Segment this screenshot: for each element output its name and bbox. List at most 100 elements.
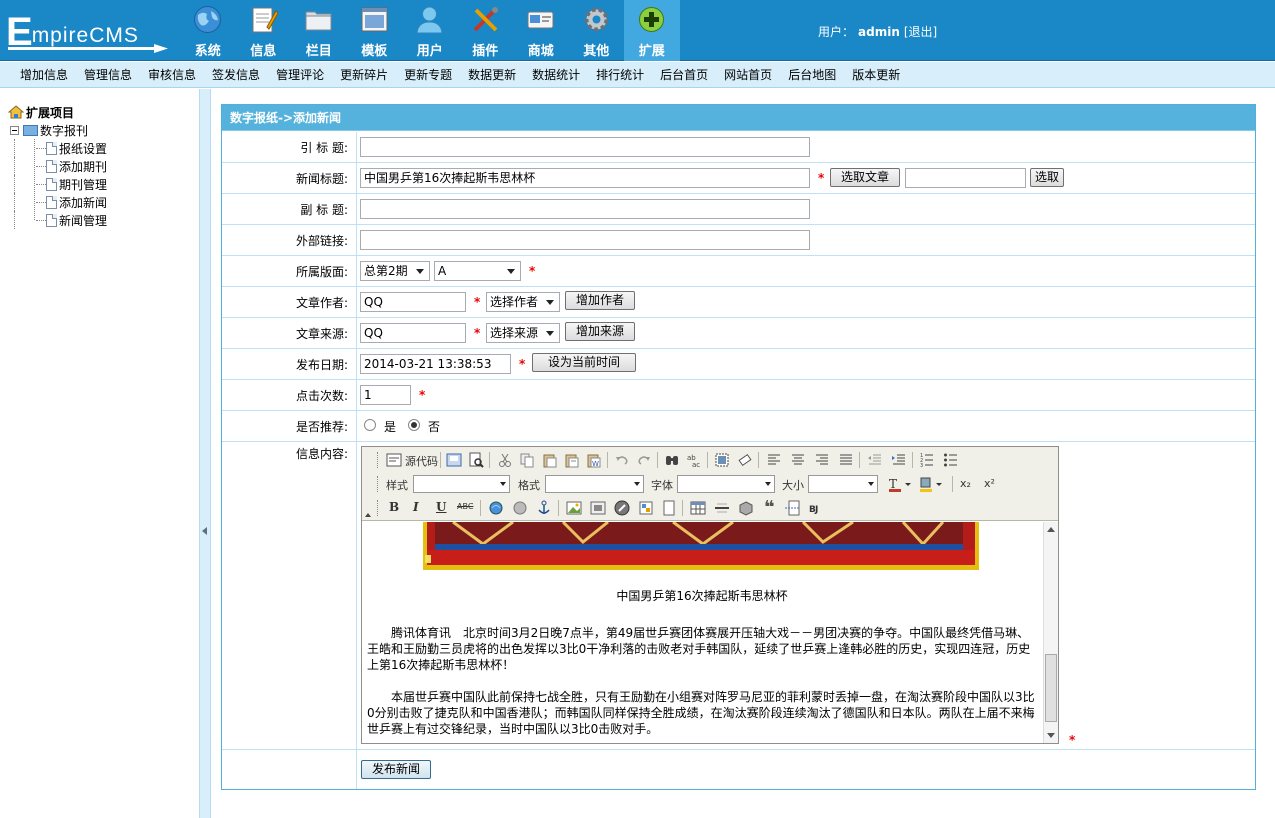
undo-icon[interactable]: [614, 452, 630, 468]
horizontal-rule-icon[interactable]: [714, 500, 730, 516]
collapse-left-icon[interactable]: [202, 527, 207, 535]
tree-item-manage-issues[interactable]: 期刊管理: [8, 175, 107, 193]
nav-template[interactable]: 模板: [347, 0, 403, 61]
underline-icon[interactable]: U: [436, 500, 446, 514]
subnav-update-topics[interactable]: 更新专题: [396, 66, 460, 83]
cut-icon[interactable]: [497, 452, 513, 468]
add-author-button[interactable]: 增加作者: [565, 291, 635, 310]
collapse-icon[interactable]: [10, 125, 19, 135]
save-icon[interactable]: [446, 452, 462, 468]
publish-date-input[interactable]: 2014-03-21 13:38:53: [360, 354, 511, 374]
paste-text-icon[interactable]: [564, 452, 580, 468]
link-icon[interactable]: [488, 500, 504, 516]
source-input[interactable]: QQ: [360, 323, 466, 343]
subnav-update-fragments[interactable]: 更新碎片: [332, 66, 396, 83]
paste-icon[interactable]: [542, 452, 558, 468]
subnav-review-info[interactable]: 审核信息: [140, 66, 204, 83]
template-icon[interactable]: BJ: [808, 500, 824, 516]
editor-content[interactable]: 中国男乒第16次捧起斯韦思林杯 腾讯体育讯 北京时间3月2日晚7点半，第49届世…: [362, 522, 1042, 743]
page-break-icon[interactable]: [784, 500, 800, 516]
subnav-data-stats[interactable]: 数据统计: [524, 66, 588, 83]
select-article-input[interactable]: [905, 168, 1026, 188]
recommend-yes-radio[interactable]: [364, 419, 376, 431]
attachment-icon[interactable]: [638, 500, 654, 516]
subnav-add-info[interactable]: 增加信息: [12, 66, 76, 83]
scrollbar-thumb[interactable]: [1045, 654, 1057, 722]
select-article-button[interactable]: 选取文章: [830, 168, 900, 187]
flash-icon[interactable]: [590, 500, 606, 516]
table-icon[interactable]: [690, 500, 706, 516]
anchor-icon[interactable]: [536, 500, 552, 516]
align-center-icon[interactable]: [790, 452, 806, 468]
news-title-input[interactable]: 中国男乒第16次捧起斯韦思林杯: [360, 168, 810, 188]
click-count-input[interactable]: 1: [360, 385, 411, 405]
italic-icon[interactable]: I: [413, 500, 419, 514]
subnav-admin-home[interactable]: 后台首页: [652, 66, 716, 83]
nav-column[interactable]: 栏目: [291, 0, 347, 61]
sidebar-splitter[interactable]: [199, 89, 211, 818]
redo-icon[interactable]: [636, 452, 652, 468]
superscript-icon[interactable]: x²: [984, 477, 995, 490]
add-source-button[interactable]: 增加来源: [565, 322, 635, 341]
nav-system[interactable]: 系统: [180, 0, 236, 61]
find-icon[interactable]: [664, 452, 680, 468]
subnav-sign-info[interactable]: 签发信息: [204, 66, 268, 83]
outdent-icon[interactable]: [867, 452, 883, 468]
strikethrough-icon[interactable]: ABC: [457, 502, 473, 511]
source-select[interactable]: 选择来源: [486, 323, 560, 343]
subscript-icon[interactable]: x₂: [960, 477, 971, 490]
author-input[interactable]: QQ: [360, 292, 466, 312]
tree-item-newspaper-settings[interactable]: 报纸设置: [8, 139, 107, 157]
subnav-manage-comments[interactable]: 管理评论: [268, 66, 332, 83]
tree-group-digital-newspaper[interactable]: 数字报刊: [8, 121, 107, 139]
subnav-data-update[interactable]: 数据更新: [460, 66, 524, 83]
subtitle-input[interactable]: [360, 199, 810, 219]
style-combo[interactable]: [413, 475, 510, 493]
lead-title-input[interactable]: [360, 137, 810, 157]
logout-link[interactable]: [退出]: [904, 25, 937, 39]
editor-scrollbar[interactable]: [1043, 522, 1058, 743]
issue-select[interactable]: 总第2期: [360, 261, 430, 281]
size-combo[interactable]: [808, 475, 878, 493]
publish-news-button[interactable]: 发布新闻: [361, 760, 431, 779]
tree-item-add-issue[interactable]: 添加期刊: [8, 157, 107, 175]
unlink-icon[interactable]: [512, 500, 528, 516]
subnav-site-home[interactable]: 网站首页: [716, 66, 780, 83]
subnav-version-update[interactable]: 版本更新: [844, 66, 908, 83]
bold-icon[interactable]: B: [389, 500, 399, 514]
justify-icon[interactable]: [838, 452, 854, 468]
background-color-icon[interactable]: [919, 476, 943, 492]
nav-extend[interactable]: 扩展: [624, 0, 680, 61]
source-code-icon[interactable]: [386, 452, 402, 468]
source-code-label[interactable]: 源代码: [405, 453, 438, 469]
nav-plugin[interactable]: 插件: [458, 0, 514, 61]
image-icon[interactable]: [566, 500, 582, 516]
remove-format-icon[interactable]: [737, 452, 753, 468]
paste-word-icon[interactable]: W: [586, 452, 602, 468]
tree-item-add-news[interactable]: 添加新闻: [8, 193, 107, 211]
text-color-icon[interactable]: T: [888, 476, 912, 492]
blockquote-icon[interactable]: ❝: [764, 497, 775, 518]
subnav-manage-info[interactable]: 管理信息: [76, 66, 140, 83]
scroll-down-icon[interactable]: [1047, 733, 1055, 738]
replace-icon[interactable]: abac: [686, 452, 702, 468]
select-all-icon[interactable]: [714, 452, 730, 468]
recommend-no-radio[interactable]: [408, 419, 420, 431]
nav-user[interactable]: 用户: [402, 0, 458, 61]
nav-info[interactable]: 信息: [236, 0, 292, 61]
set-current-time-button[interactable]: 设为当前时间: [532, 353, 636, 372]
nav-other[interactable]: 其他: [569, 0, 625, 61]
copy-icon[interactable]: [519, 452, 535, 468]
scroll-up-icon[interactable]: [1047, 527, 1055, 532]
align-left-icon[interactable]: [766, 452, 782, 468]
ordered-list-icon[interactable]: 123: [919, 452, 935, 468]
media-icon[interactable]: [614, 500, 630, 516]
font-combo[interactable]: [677, 475, 775, 493]
bullet-list-icon[interactable]: [943, 452, 959, 468]
external-link-input[interactable]: [360, 230, 810, 250]
author-select[interactable]: 选择作者: [486, 292, 560, 312]
smiley-icon[interactable]: [738, 500, 754, 516]
align-right-icon[interactable]: [814, 452, 830, 468]
indent-icon[interactable]: [891, 452, 907, 468]
nav-shop[interactable]: 商城: [513, 0, 569, 61]
